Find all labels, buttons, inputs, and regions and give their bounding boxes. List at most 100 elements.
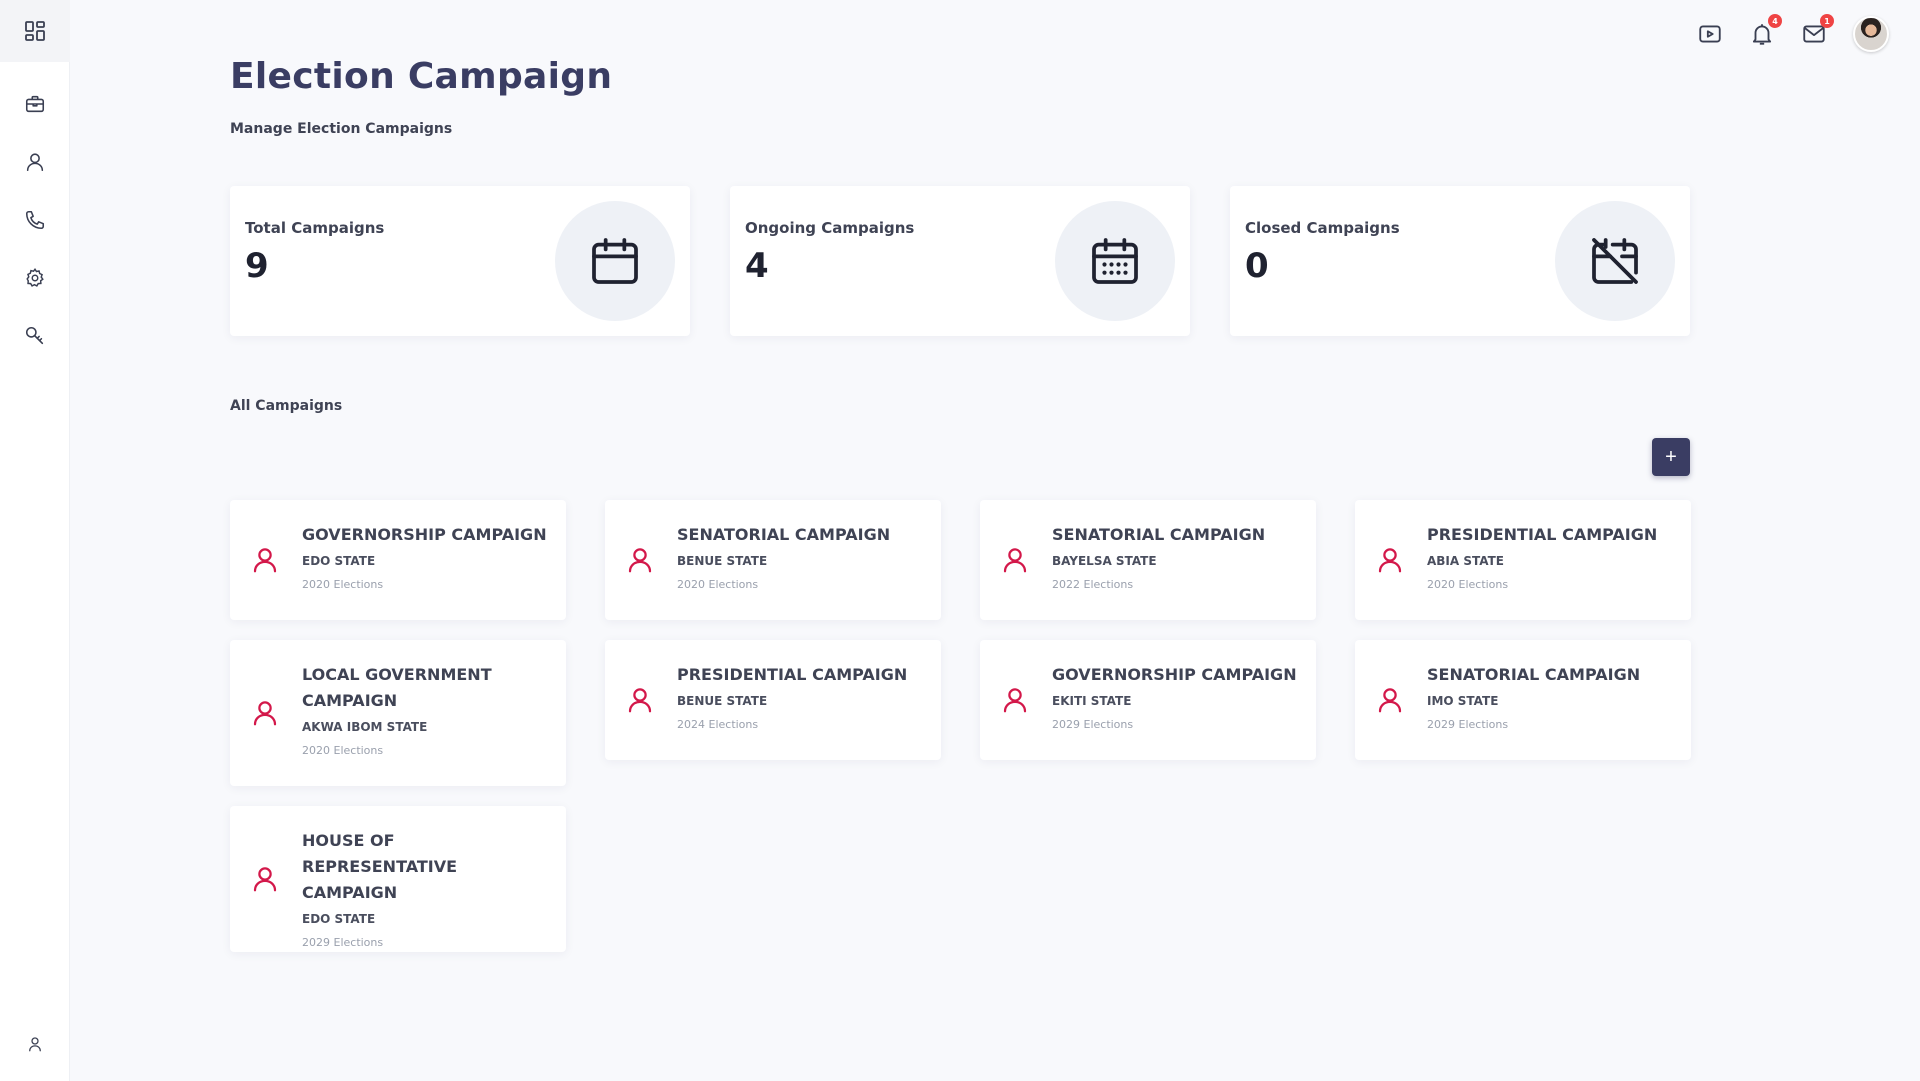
campaign-state: IMO STATE [1427,694,1499,708]
campaign-year: 2022 Elections [1052,578,1134,591]
campaign-state: ABIA STATE [1427,554,1504,568]
campaign-name: LOCAL GOVERNMENT CAMPAIGN [302,665,492,710]
sidebar [0,0,70,1081]
campaign-year: 2020 Elections [302,578,384,591]
stat-value: 9 [245,246,269,286]
campaign-info: PRESIDENTIAL CAMPAIGN BENUE STATE 2024 E… [677,662,927,731]
campaign-info: SENATORIAL CAMPAIGN IMO STATE 2029 Elect… [1427,662,1677,731]
campaign-card[interactable]: HOUSE OF REPRESENTATIVE CAMPAIGN EDO STA… [230,806,566,952]
campaign-state: AKWA IBOM STATE [302,720,428,734]
campaign-info: GOVERNORSHIP CAMPAIGN EDO STATE 2020 Ele… [302,522,552,591]
dashboard-icon [25,21,45,41]
campaign-name: SENATORIAL CAMPAIGN [1052,525,1266,544]
campaign-icon-wrapper [625,545,655,575]
stat-icon-wrapper [555,201,675,321]
calendar-grid-icon [1092,238,1138,284]
page-title: Election Campaign [230,56,613,97]
user-icon [1003,548,1027,573]
campaign-icon-wrapper [1375,685,1405,715]
campaign-icon-wrapper [250,545,280,575]
campaign-icon-wrapper [250,698,280,728]
stat-value: 0 [1245,246,1269,286]
campaign-name: GOVERNORSHIP CAMPAIGN [1052,665,1297,684]
campaign-name: PRESIDENTIAL CAMPAIGN [1427,525,1658,544]
campaign-name: SENATORIAL CAMPAIGN [1427,665,1641,684]
campaign-icon-wrapper [1000,685,1030,715]
campaign-year: 2020 Elections [302,744,384,757]
page-subtitle: Manage Election Campaigns [230,121,453,137]
user-icon [26,153,44,172]
campaign-info: GOVERNORSHIP CAMPAIGN EKITI STATE 2029 E… [1052,662,1302,731]
notification-badge: 4 [1768,14,1782,28]
campaign-card[interactable]: PRESIDENTIAL CAMPAIGN ABIA STATE 2020 El… [1355,500,1691,620]
campaign-info: SENATORIAL CAMPAIGN BENUE STATE 2020 Ele… [677,522,927,591]
campaign-year: 2029 Elections [302,936,384,949]
campaign-name: SENATORIAL CAMPAIGN [677,525,891,544]
campaign-state: BENUE STATE [677,694,768,708]
calendar-icon [592,238,638,284]
sidebar-item-profile[interactable] [23,1032,47,1056]
campaign-card[interactable]: SENATORIAL CAMPAIGN IMO STATE 2029 Elect… [1355,640,1691,760]
campaign-state: EDO STATE [302,912,376,926]
stat-label: Ongoing Campaigns [745,219,915,237]
campaign-info: LOCAL GOVERNMENT CAMPAIGN AKWA IBOM STAT… [302,662,552,757]
notifications-button[interactable]: 4 [1748,14,1782,48]
user-icon [628,548,652,573]
campaign-state: EKITI STATE [1052,694,1132,708]
campaign-name: PRESIDENTIAL CAMPAIGN [677,665,908,684]
sidebar-item-keys[interactable] [23,324,47,348]
campaign-name: GOVERNORSHIP CAMPAIGN [302,525,547,544]
campaign-state: EDO STATE [302,554,376,568]
campaign-info: SENATORIAL CAMPAIGN BAYELSA STATE 2022 E… [1052,522,1302,591]
campaign-info: HOUSE OF REPRESENTATIVE CAMPAIGN EDO STA… [302,828,552,949]
avatar[interactable] [1853,16,1889,52]
campaign-state: BAYELSA STATE [1052,554,1157,568]
sidebar-item-settings[interactable] [23,266,47,290]
campaign-card[interactable]: SENATORIAL CAMPAIGN BENUE STATE 2020 Ele… [605,500,941,620]
user-icon [628,688,652,713]
phone-icon [25,210,45,230]
campaign-icon-wrapper [1375,545,1405,575]
user-icon [1378,688,1402,713]
campaign-year: 2029 Elections [1427,718,1509,731]
stat-card-ongoing: Ongoing Campaigns 4 [730,186,1190,336]
campaign-icon-wrapper [625,685,655,715]
campaign-info: PRESIDENTIAL CAMPAIGN ABIA STATE 2020 El… [1427,522,1677,591]
user-icon [1378,548,1402,573]
campaign-year: 2029 Elections [1052,718,1134,731]
sidebar-item-campaigns[interactable] [23,92,47,116]
add-campaign-button[interactable]: + [1652,438,1690,476]
campaign-state: BENUE STATE [677,554,768,568]
video-button[interactable] [1696,20,1724,48]
stat-card-closed: Closed Campaigns 0 [1230,186,1690,336]
key-icon [25,326,44,345]
stat-icon-wrapper [1555,201,1675,321]
mail-badge: 1 [1820,14,1834,28]
user-icon [253,867,277,892]
calendar-off-icon [1592,238,1638,284]
stat-card-total: Total Campaigns 9 [230,186,690,336]
stat-icon-wrapper [1055,201,1175,321]
sidebar-item-users[interactable] [23,150,47,174]
dashboard-toggle[interactable] [0,0,70,62]
campaign-name: HOUSE OF REPRESENTATIVE CAMPAIGN [302,831,458,902]
user-icon [1003,688,1027,713]
profile-icon [29,1037,41,1052]
campaign-year: 2024 Elections [677,718,759,731]
section-title: All Campaigns [230,398,343,414]
mail-button[interactable]: 1 [1800,14,1834,48]
user-icon [253,548,277,573]
campaign-card[interactable]: GOVERNORSHIP CAMPAIGN EDO STATE 2020 Ele… [230,500,566,620]
campaign-card[interactable]: LOCAL GOVERNMENT CAMPAIGN AKWA IBOM STAT… [230,640,566,786]
campaign-card[interactable]: GOVERNORSHIP CAMPAIGN EKITI STATE 2029 E… [980,640,1316,760]
campaign-year: 2020 Elections [677,578,759,591]
briefcase-icon [25,95,45,113]
campaign-card[interactable]: PRESIDENTIAL CAMPAIGN BENUE STATE 2024 E… [605,640,941,760]
campaign-icon-wrapper [1000,545,1030,575]
settings-icon [26,268,44,287]
campaign-icon-wrapper [250,864,280,894]
campaign-card[interactable]: SENATORIAL CAMPAIGN BAYELSA STATE 2022 E… [980,500,1316,620]
stat-value: 4 [745,246,769,286]
campaign-year: 2020 Elections [1427,578,1509,591]
sidebar-item-contacts[interactable] [23,208,47,232]
